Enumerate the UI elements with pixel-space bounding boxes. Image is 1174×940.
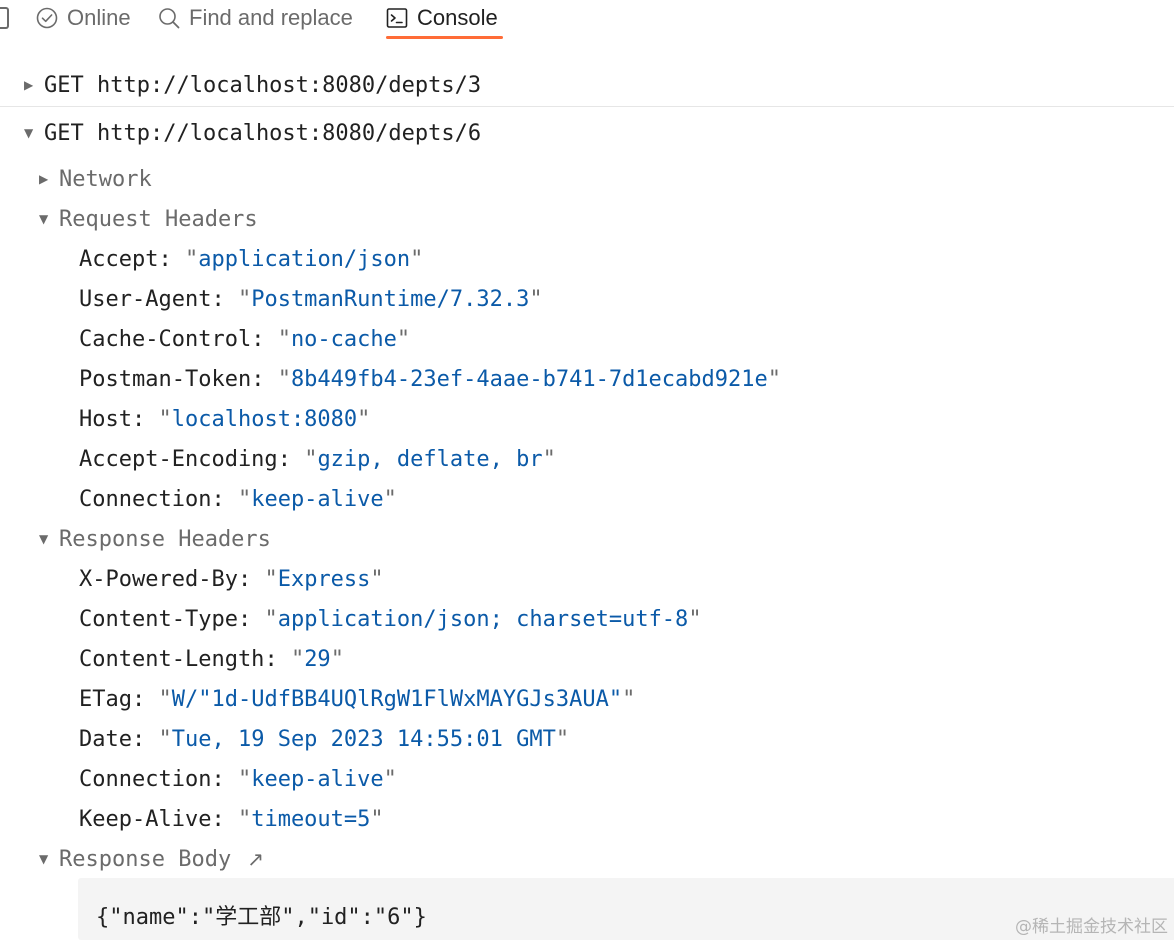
section-request-headers[interactable]: ▼ Request Headers: [39, 204, 258, 234]
section-request-headers-label: Request Headers: [59, 206, 258, 232]
response-header-row[interactable]: Content-Length: " 29 ": [79, 644, 344, 674]
terminal-icon: [386, 7, 408, 29]
tab-online[interactable]: Online: [36, 0, 131, 36]
tab-console[interactable]: Console: [386, 0, 498, 36]
section-response-body-label: Response Body: [59, 846, 232, 872]
tab-find-label: Find and replace: [189, 5, 353, 30]
response-header-row[interactable]: Keep-Alive: " timeout=5 ": [79, 804, 384, 834]
response-header-row[interactable]: Date: " Tue, 19 Sep 2023 14:55:01 GMT ": [79, 724, 569, 754]
response-body-text[interactable]: {"name":"学工部","id":"6"}: [96, 899, 427, 931]
active-tab-indicator: [386, 36, 503, 39]
response-header-row[interactable]: Connection: " keep-alive ": [79, 764, 397, 794]
log-method: GET: [44, 72, 84, 98]
check-circle-icon: [36, 7, 58, 29]
log-divider: [0, 106, 1174, 107]
log-entry-expanded[interactable]: ▼ GET http://localhost:8080/depts/6: [24, 118, 481, 148]
caret-down-icon[interactable]: ▼: [39, 852, 59, 866]
request-header-row[interactable]: User-Agent: " PostmanRuntime/7.32.3 ": [79, 284, 543, 314]
request-header-row[interactable]: Postman-Token: " 8b449fb4-23ef-4aae-b741-…: [79, 364, 781, 394]
caret-down-icon[interactable]: ▼: [39, 532, 59, 546]
section-network[interactable]: ▶ Network: [39, 164, 152, 194]
log-method: GET: [44, 120, 84, 146]
caret-right-icon[interactable]: ▶: [24, 78, 44, 92]
tab-online-label: Online: [67, 5, 131, 30]
request-header-row[interactable]: Host: " localhost:8080 ": [79, 404, 370, 434]
tab-console-label: Console: [417, 5, 498, 30]
section-response-headers[interactable]: ▼ Response Headers: [39, 524, 271, 554]
log-url: http://localhost:8080/depts/3: [97, 72, 482, 98]
log-url: http://localhost:8080/depts/6: [97, 120, 482, 146]
response-header-row[interactable]: Content-Type: " application/json; charset…: [79, 604, 702, 634]
log-entry-collapsed[interactable]: ▶ GET http://localhost:8080/depts/3: [24, 70, 481, 100]
watermark: @稀土掘金技术社区: [1015, 917, 1168, 937]
postman-console: Online Find and replace Console ▶ GET ht…: [0, 0, 1174, 940]
bottom-pane-toolbar: Online Find and replace Console: [0, 0, 1174, 40]
caret-down-icon[interactable]: ▼: [24, 126, 44, 140]
response-header-row[interactable]: X-Powered-By: " Express ": [79, 564, 384, 594]
request-header-row[interactable]: Connection: " keep-alive ": [79, 484, 397, 514]
request-header-row[interactable]: Accept: " application/json ": [79, 244, 423, 274]
caret-down-icon[interactable]: ▼: [39, 212, 59, 226]
tab-find-and-replace[interactable]: Find and replace: [158, 0, 353, 36]
response-header-row[interactable]: ETag: " W/"1d-UdfBB4UQlRgW1FlWxMAYGJs3AUA…: [79, 684, 635, 714]
section-network-label: Network: [59, 166, 152, 192]
section-response-body[interactable]: ▼ Response Body ↗: [39, 844, 264, 874]
request-header-row[interactable]: Accept-Encoding: " gzip, deflate, br ": [79, 444, 556, 474]
caret-right-icon[interactable]: ▶: [39, 172, 59, 186]
search-icon: [158, 7, 180, 29]
request-header-row[interactable]: Cache-Control: " no-cache ": [79, 324, 410, 354]
open-external-arrow-icon[interactable]: ↗: [247, 847, 264, 871]
section-response-headers-label: Response Headers: [59, 526, 271, 552]
pane-edge-icon[interactable]: [0, 7, 9, 29]
